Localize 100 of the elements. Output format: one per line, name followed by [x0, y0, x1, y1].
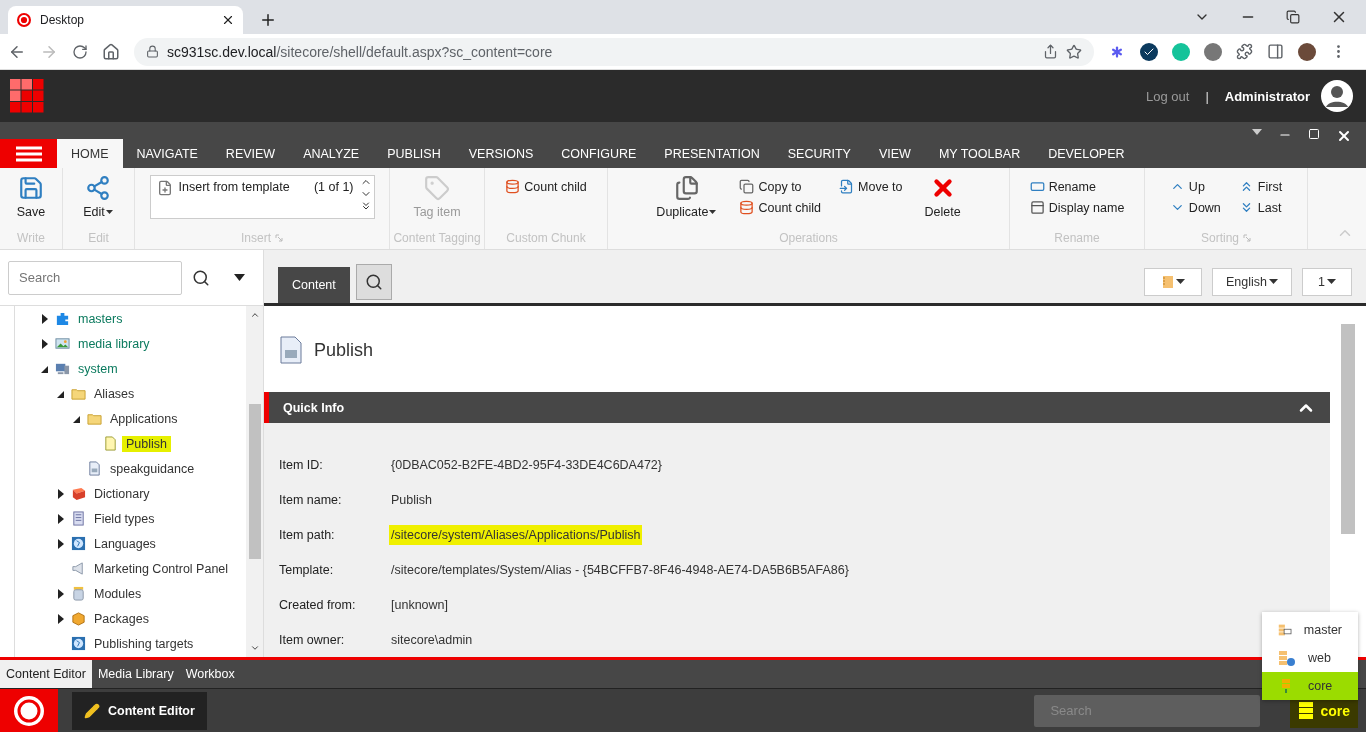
ribbon-button[interactable]: Duplicate	[652, 175, 722, 219]
ribbon-tab[interactable]: DEVELOPER	[1034, 139, 1139, 168]
dropdown-button[interactable]: English	[1212, 267, 1292, 296]
search-field[interactable]: Search	[8, 260, 182, 295]
collapsed-arrow-icon[interactable]	[57, 538, 65, 549]
rectangle-icon	[1029, 179, 1045, 194]
scroll-down-icon[interactable]	[249, 643, 260, 653]
bottom-tab[interactable]: Workbox	[179, 660, 241, 688]
avatar[interactable]	[1320, 79, 1354, 113]
ribbon-button[interactable]: Display name	[1029, 200, 1125, 215]
collapsed-arrow-icon[interactable]	[57, 613, 65, 624]
tree-item[interactable]: Field types	[90, 510, 159, 527]
ribbon-button[interactable]: Save	[12, 175, 50, 219]
puzzle-icon[interactable]	[1236, 43, 1253, 60]
logout-link[interactable]: Log out	[1146, 88, 1190, 104]
ribbon-tab[interactable]: PRESENTATION	[650, 139, 774, 168]
ribbon-tab[interactable]: CONFIGURE	[547, 139, 651, 168]
computer-icon	[55, 361, 70, 376]
field-value: /sitecore/system/Aliases/Applications/Publish	[389, 524, 643, 545]
caret-icon	[104, 209, 114, 215]
ribbon-tab[interactable]: HOME	[57, 139, 123, 168]
restore-icon[interactable]	[1286, 10, 1300, 24]
ribbon-tab[interactable]: MY TOOLBAR	[924, 139, 1035, 168]
caret-icon[interactable]	[1252, 128, 1262, 136]
panel-icon	[1029, 200, 1045, 215]
ribbon-tab[interactable]: VIEW	[864, 139, 925, 168]
tree-item[interactable]: speakguidance	[106, 460, 199, 477]
ribbon-button[interactable]: Copy to	[739, 179, 822, 194]
bottom-tab[interactable]: Media Library	[91, 660, 180, 688]
tree-item[interactable]: Applications	[106, 410, 182, 427]
search-icon[interactable]	[192, 268, 210, 287]
taskbar-app-button[interactable]: Content Editor	[72, 691, 207, 730]
tree-item[interactable]: Marketing Control Panel	[90, 560, 233, 577]
check-icon[interactable]	[1140, 42, 1158, 61]
start-button[interactable]	[0, 689, 58, 732]
star-icon[interactable]	[1066, 43, 1082, 60]
menu-item[interactable]: core	[1262, 672, 1358, 700]
tree-item[interactable]: system	[74, 360, 122, 377]
share-icon[interactable]	[1043, 44, 1058, 59]
side-panel-icon[interactable]	[1267, 43, 1284, 60]
collapsed-arrow-icon[interactable]	[57, 513, 65, 524]
field-label: Template:	[279, 562, 335, 577]
tree-item[interactable]: Languages	[90, 535, 160, 552]
tree-item[interactable]: Dictionary	[90, 485, 154, 502]
editor-tab[interactable]: Content	[278, 267, 350, 303]
ribbon-button[interactable]: Up	[1169, 179, 1221, 194]
ribbon-tab[interactable]: NAVIGATE	[122, 139, 212, 168]
field-label: Created from:	[279, 597, 357, 612]
ribbon-tab[interactable]: REVIEW	[211, 139, 290, 168]
tree-item[interactable]: Publish	[122, 435, 171, 452]
tree-item[interactable]: Aliases	[90, 385, 139, 402]
tree-item[interactable]: media library	[74, 335, 154, 352]
ribbon-button[interactable]: Last	[1238, 200, 1283, 215]
ribbon-button[interactable]: Count child	[739, 200, 822, 215]
caret-icon[interactable]	[234, 274, 245, 281]
ribbon-tab[interactable]: VERSIONS	[454, 139, 548, 168]
ribbon-button[interactable]: Move to	[839, 179, 903, 194]
avatar[interactable]	[1298, 42, 1316, 61]
tree-item[interactable]: Packages	[90, 610, 153, 627]
close-icon[interactable]	[221, 13, 235, 27]
dropdown-button[interactable]: 1	[1302, 267, 1352, 296]
pencil-icon	[84, 702, 100, 719]
tree-item[interactable]: Modules	[90, 585, 146, 602]
menu-button[interactable]	[0, 139, 57, 168]
gallery-item[interactable]: Insert from template	[150, 176, 314, 218]
collapsed-arrow-icon[interactable]	[57, 488, 65, 499]
reload-icon[interactable]	[72, 43, 88, 60]
home-icon[interactable]	[102, 42, 120, 61]
menu-item[interactable]: web	[1262, 644, 1358, 672]
ribbon-button[interactable]: Rename	[1029, 179, 1125, 194]
ribbon-tab[interactable]: PUBLISH	[373, 139, 455, 168]
field-value: sitecore\admin	[390, 631, 474, 649]
globe-icon	[71, 636, 86, 651]
section-header[interactable]: Quick Info	[264, 392, 1330, 423]
extension-icon[interactable]	[1204, 42, 1222, 61]
ribbon-button[interactable]: First	[1238, 179, 1283, 194]
image-icon	[55, 336, 70, 351]
maximize-icon[interactable]	[1308, 128, 1320, 140]
ribbon-button[interactable]: Delete	[920, 175, 965, 219]
scrollbar[interactable]	[246, 306, 263, 657]
menu-item[interactable]: master	[1262, 616, 1358, 644]
url-text: sc931sc.dev.local/sitecore/shell/default.aspx?sc_content=core	[167, 43, 554, 60]
tree-item[interactable]: masters	[74, 310, 127, 327]
new-tab-icon[interactable]	[259, 11, 277, 29]
tree-item[interactable]: Publishing targets	[90, 635, 198, 652]
close-icon[interactable]	[1336, 128, 1352, 144]
collapsed-arrow-icon[interactable]	[41, 338, 49, 349]
ribbon-tab[interactable]: ANALYZE	[289, 139, 374, 168]
bottom-tab[interactable]: Content Editor	[0, 660, 92, 688]
ribbon-button[interactable]: Count child	[505, 179, 587, 194]
address-field[interactable]: sc931sc.dev.local/sitecore/shell/default.aspx?sc_content=core	[134, 37, 1094, 66]
scroll-up-icon[interactable]	[249, 310, 260, 320]
ribbon-tab[interactable]: SECURITY	[773, 139, 865, 168]
ribbon-button[interactable]: Down	[1169, 200, 1221, 215]
collapsed-arrow-icon[interactable]	[57, 588, 65, 599]
caret-icon	[708, 209, 718, 215]
browser-tab[interactable]: Desktop	[8, 6, 243, 34]
ribbon-button[interactable]: Edit	[79, 175, 118, 219]
collapsed-arrow-icon[interactable]	[41, 313, 49, 324]
search-button[interactable]	[355, 264, 392, 300]
